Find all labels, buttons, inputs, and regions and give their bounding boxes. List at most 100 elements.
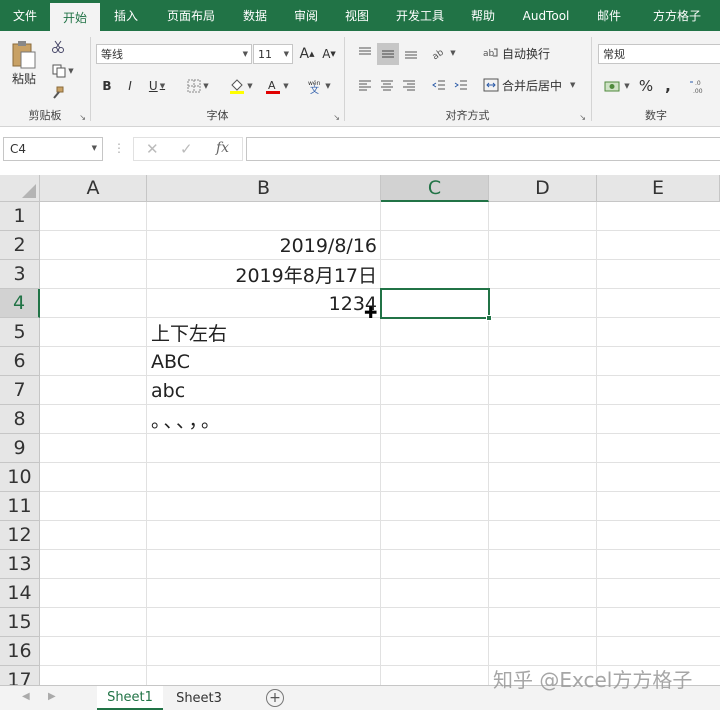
column-header-c[interactable]: C — [381, 175, 489, 202]
insert-function-icon[interactable]: fx — [216, 140, 229, 156]
prev-sheet-icon[interactable]: ◀ — [22, 691, 30, 702]
accounting-format-button[interactable]: ▼ — [600, 75, 634, 97]
cell-b6[interactable]: ABC — [147, 347, 381, 376]
cursor-icon: ✚ — [364, 303, 378, 322]
cancel-icon[interactable]: ✕ — [146, 140, 159, 158]
percent-button[interactable]: % — [636, 75, 656, 97]
merge-center-button[interactable]: 合并后居中 ▼ — [483, 75, 581, 95]
row-header[interactable]: 7 — [0, 376, 40, 405]
row-header[interactable]: 6 — [0, 347, 40, 376]
tab-home[interactable]: 开始 — [50, 3, 100, 31]
column-header-e[interactable]: E — [597, 175, 720, 202]
align-left-button[interactable] — [355, 75, 375, 95]
tab-developer[interactable]: 开发工具 — [382, 0, 458, 31]
scissors-icon — [52, 40, 64, 53]
cell-b8[interactable]: 。、、，。 — [147, 405, 381, 434]
paste-button[interactable]: 粘贴 — [6, 37, 42, 89]
row-header[interactable]: 15 — [0, 608, 40, 637]
row-header[interactable]: 2 — [0, 231, 40, 260]
enter-icon[interactable]: ✓ — [180, 140, 193, 158]
tab-review[interactable]: 审阅 — [280, 0, 332, 31]
wrap-text-button[interactable]: ab 自动换行 — [483, 43, 555, 63]
row-header[interactable]: 12 — [0, 521, 40, 550]
tab-file[interactable]: 文件 — [0, 0, 50, 31]
tab-page-layout[interactable]: 页面布局 — [152, 0, 230, 31]
watermark: 知乎 @Excel方方格子 — [493, 668, 693, 692]
font-color-button[interactable]: A ▼ — [261, 75, 293, 97]
more-icon: ⋮ — [113, 141, 125, 155]
fill-handle[interactable] — [486, 315, 492, 321]
dialog-launcher-icon[interactable]: ↘ — [333, 113, 340, 122]
dialog-launcher-icon[interactable]: ↘ — [579, 113, 586, 122]
borders-button[interactable]: ▼ — [183, 75, 213, 97]
comma-button[interactable]: , — [658, 75, 678, 97]
dialog-launcher-icon[interactable]: ↘ — [79, 113, 86, 122]
cell-b4[interactable]: 1234 — [147, 289, 381, 318]
column-header-a[interactable]: A — [40, 175, 147, 202]
increase-decimal-button[interactable]: .0.00 — [686, 75, 712, 97]
font-size-combo[interactable]: 11 ▼ — [253, 44, 293, 64]
align-bottom-button[interactable] — [401, 43, 421, 63]
tab-view[interactable]: 视图 — [332, 0, 382, 31]
shrink-font-label: A — [322, 47, 331, 61]
underline-button[interactable]: U ▼ — [142, 75, 172, 97]
row-header[interactable]: 11 — [0, 492, 40, 521]
row-header[interactable]: 10 — [0, 463, 40, 492]
row-header[interactable]: 16 — [0, 637, 40, 666]
italic-button[interactable]: I — [119, 75, 141, 97]
add-sheet-button[interactable]: + — [266, 689, 284, 707]
fill-color-button[interactable]: ▼ — [225, 75, 257, 97]
number-format-value: 常规 — [603, 48, 625, 61]
phonetic-button[interactable]: wén 文 ▼ — [303, 75, 335, 97]
grow-font-button[interactable]: A ▲ — [297, 44, 317, 64]
font-name-combo[interactable]: 等线 ▼ — [96, 44, 252, 64]
align-top-button[interactable] — [355, 43, 375, 63]
column-header-d[interactable]: D — [489, 175, 597, 202]
tab-audtool[interactable]: AudTool — [508, 0, 584, 31]
tab-mail[interactable]: 邮件 — [584, 0, 634, 31]
tab-fangfang[interactable]: 方方格子 — [634, 0, 720, 31]
cell-b7[interactable]: abc — [147, 376, 381, 405]
chevron-down-icon: ▼ — [325, 82, 331, 90]
decrease-indent-button[interactable] — [429, 75, 449, 95]
copy-button[interactable]: ▼ — [48, 61, 78, 81]
gridline — [488, 202, 489, 685]
bold-button[interactable]: B — [96, 75, 118, 97]
align-center-button[interactable] — [377, 75, 397, 95]
increase-indent-button[interactable] — [451, 75, 471, 95]
row-header[interactable]: 1 — [0, 202, 40, 231]
format-painter-button[interactable] — [48, 83, 68, 103]
tab-data[interactable]: 数据 — [230, 0, 280, 31]
cell-b3[interactable]: 2019年8月17日 — [147, 260, 381, 289]
cut-button[interactable] — [48, 37, 68, 57]
row-header[interactable]: 5 — [0, 318, 40, 347]
sheet-tab-sheet1[interactable]: Sheet1 — [97, 686, 163, 710]
number-format-combo[interactable]: 常规 — [598, 44, 720, 64]
select-all-button[interactable] — [0, 175, 40, 202]
orientation-button[interactable]: ab ▼ — [429, 43, 459, 63]
cell-b2[interactable]: 2019/8/16 — [147, 231, 381, 260]
tab-insert[interactable]: 插入 — [100, 0, 152, 31]
shrink-font-button[interactable]: A ▼ — [319, 44, 339, 64]
next-sheet-icon[interactable]: ▶ — [48, 691, 56, 702]
row-header[interactable]: 14 — [0, 579, 40, 608]
formula-input[interactable] — [246, 137, 720, 161]
chevron-down-icon: ▼ — [624, 82, 630, 90]
row-header[interactable]: 8 — [0, 405, 40, 434]
row-header[interactable]: 3 — [0, 260, 40, 289]
name-box[interactable]: C4 ▼ — [3, 137, 103, 161]
tab-help[interactable]: 帮助 — [458, 0, 508, 31]
active-cell-c4[interactable] — [380, 288, 490, 319]
row-header[interactable]: 9 — [0, 434, 40, 463]
row-header[interactable]: 4 — [0, 289, 40, 318]
sheet-tab-sheet3[interactable]: Sheet3 — [166, 686, 232, 710]
column-header-b[interactable]: B — [147, 175, 381, 202]
cell-b5[interactable]: 上下左右 — [147, 318, 381, 347]
align-right-button[interactable] — [399, 75, 419, 95]
align-middle-button[interactable] — [377, 43, 399, 65]
chevron-down-icon: ▼ — [450, 49, 456, 57]
border-icon — [187, 79, 201, 93]
number-group-label: 数字 — [645, 109, 667, 122]
row-header[interactable]: 17 — [0, 666, 40, 685]
row-header[interactable]: 13 — [0, 550, 40, 579]
